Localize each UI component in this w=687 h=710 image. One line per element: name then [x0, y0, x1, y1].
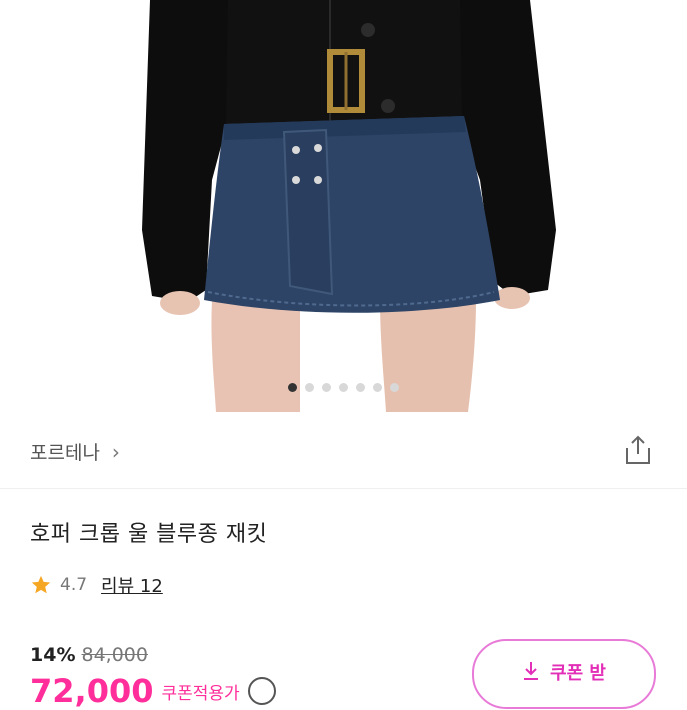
star-icon	[31, 575, 51, 594]
coupon-download-button[interactable]: 쿠폰 받	[472, 639, 656, 709]
discount-rate: 14%	[30, 644, 76, 666]
product-photo	[142, 0, 556, 412]
carousel-dot[interactable]	[322, 383, 331, 392]
brand-name: 포르테나	[30, 442, 100, 464]
carousel-dot[interactable]	[390, 383, 399, 392]
carousel-dot[interactable]	[356, 383, 365, 392]
carousel-dot[interactable]	[339, 383, 348, 392]
reviews-link[interactable]: 리뷰 12	[101, 572, 163, 598]
sale-price: 72,000	[30, 672, 154, 710]
rating-score: 4.7	[60, 575, 88, 595]
carousel-dot[interactable]	[373, 383, 382, 392]
share-icon[interactable]	[623, 434, 653, 466]
download-icon	[524, 662, 539, 680]
brand-link[interactable]: 포르테나 ›	[30, 438, 120, 465]
coupon-button-label: 쿠폰 받	[550, 663, 606, 684]
product-image-carousel[interactable]	[0, 0, 687, 412]
brand-row: 포르테나 ›	[0, 412, 687, 489]
original-price: 84,000	[81, 644, 148, 666]
sale-price-row: 72,000 쿠폰적용가	[30, 672, 276, 710]
product-title: 호퍼 크롭 울 블루종 재킷	[30, 522, 268, 547]
info-icon[interactable]	[247, 677, 276, 705]
carousel-indicator	[0, 383, 687, 392]
chevron-right-icon: ›	[111, 439, 120, 464]
sale-note: 쿠폰적용가	[161, 683, 240, 704]
carousel-dot[interactable]	[305, 383, 314, 392]
carousel-dot-active[interactable]	[288, 383, 297, 392]
price-row: 14% 84,000	[30, 644, 148, 666]
rating-row: 4.7 리뷰 12	[30, 572, 163, 598]
